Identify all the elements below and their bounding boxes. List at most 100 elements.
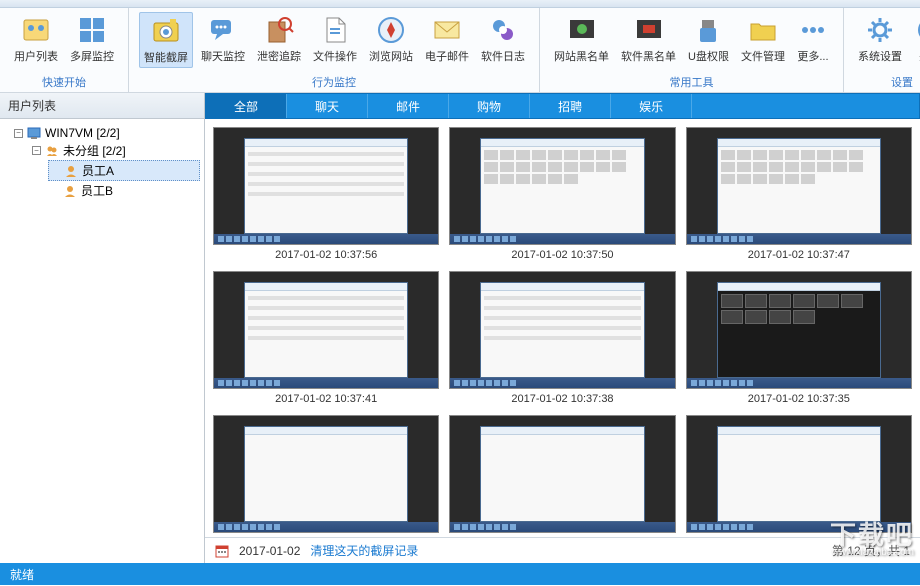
ribbon-btn-label: 用户列表 [14,48,58,64]
soft-blacklist-btn[interactable]: 软件黑名单 [617,12,680,66]
ribbon-btn-label: 网站黑名单 [554,48,609,64]
chat-icon [207,14,239,46]
email-btn[interactable]: 电子邮件 [421,12,473,68]
screenshot-image [449,271,675,389]
compass-icon [375,14,407,46]
screenshot-image [213,271,439,389]
gear-icon [864,14,896,46]
grid-icon [76,14,108,46]
ribbon-group-label: 快速开始 [0,74,128,90]
more-btn[interactable]: 更多... [793,12,833,66]
ribbon-btn-label: 浏览网站 [369,48,413,64]
screenshot-timestamp: 2017-01-02 10:37:47 [748,249,850,261]
file-manage-btn[interactable]: 文件管理 [737,12,789,66]
ribbon-btn-label: 软件黑名单 [621,48,676,64]
screenshot-image [686,271,912,389]
swbl-icon [633,14,665,46]
leak-trace-btn[interactable]: 泄密追踪 [253,12,305,68]
collapse-icon[interactable]: − [32,146,41,155]
ribbon-group: 系统设置 i关于设置 [844,8,920,92]
ribbon-btn-label: 聊天监控 [201,48,245,64]
mail-icon [431,14,463,46]
tree-group[interactable]: − 未分组 [2/2] [30,141,200,160]
footer-date[interactable]: 2017-01-02 [239,544,300,558]
about-btn[interactable]: i关于 [910,12,920,66]
filter-tabs: 全部聊天邮件购物招聘娱乐 [205,93,920,119]
ribbon-group-label: 常用工具 [540,74,843,90]
person-icon [64,164,78,178]
tree-group-label: 未分组 [2/2] [63,142,126,159]
trace-icon [263,14,295,46]
screenshot-thumb[interactable]: 2017-01-02 10:37:47 [686,127,912,261]
sidebar: 用户列表 − WIN7VM [2/2] − 未分组 [2 [0,93,205,563]
group-icon [45,144,59,158]
ribbon-group-label: 行为监控 [129,74,539,90]
webbl-icon [566,14,598,46]
content-panel: 全部聊天邮件购物招聘娱乐 2017-01-02 10:37:562017-01-… [205,93,920,563]
usb-icon [692,14,724,46]
clear-records-link[interactable]: 清理这天的截屏记录 [310,542,418,559]
tab-ent[interactable]: 娱乐 [611,94,692,118]
ribbon-btn-label: 智能截屏 [144,49,188,65]
ribbon-group: 网站黑名单软件黑名单 U盘权限文件管理更多... 常用工具 [540,8,844,92]
tab-chat[interactable]: 聊天 [287,94,368,118]
tab-recruit[interactable]: 招聘 [530,94,611,118]
multi-screen-btn[interactable]: 多屏监控 [66,12,118,66]
ribbon-btn-label: 更多... [797,48,828,64]
site-blacklist-btn[interactable]: 网站黑名单 [550,12,613,66]
screenshot-thumb[interactable]: 2017-01-02 10:37:35 [686,271,912,405]
screenshot-timestamp: 2017-01-02 10:37:38 [511,393,613,405]
screenshot-thumb[interactable]: 2017-01-02 10:37:31 [213,415,439,537]
status-text: 就绪 [10,566,34,583]
screenshot-image [686,127,912,245]
sys-settings-btn[interactable]: 系统设置 [854,12,906,66]
person-icon [63,184,77,198]
sidebar-header: 用户列表 [0,93,204,119]
tree-user-label: 员工B [81,182,113,199]
software-log-btn[interactable]: 软件日志 [477,12,529,68]
ribbon-btn-label: 泄密追踪 [257,48,301,64]
ribbon-btn-label: 文件管理 [741,48,785,64]
browse-site-btn[interactable]: 浏览网站 [365,12,417,68]
more-icon [797,14,829,46]
tree-root-label: WIN7VM [2/2] [45,126,120,140]
tree-users: 员工A 员工B [30,160,200,200]
smart-capture-btn[interactable]: 智能截屏 [139,12,193,68]
tree-root[interactable]: − WIN7VM [2/2] [12,125,200,141]
tree-user-user-a[interactable]: 员工A [48,160,200,181]
users-icon [20,14,52,46]
ribbon-btn-label: 电子邮件 [425,48,469,64]
chat-monitor-btn[interactable]: 聊天监控 [197,12,249,68]
user-list-btn[interactable]: 用户列表 [10,12,62,66]
screenshot-grid-area[interactable]: 2017-01-02 10:37:562017-01-02 10:37:5020… [205,119,920,537]
calendar-icon[interactable] [215,544,229,558]
file-op-btn[interactable]: 文件操作 [309,12,361,68]
ribbon-btn-label: U盘权限 [688,48,729,64]
usb-perm-btn[interactable]: U盘权限 [684,12,733,66]
ribbon-btn-label: 多屏监控 [70,48,114,64]
tab-mail[interactable]: 邮件 [368,94,449,118]
screenshot-grid: 2017-01-02 10:37:562017-01-02 10:37:5020… [213,127,912,537]
ribbon-btn-label: 文件操作 [313,48,357,64]
tab-all[interactable]: 全部 [206,94,287,118]
tree-user-user-b[interactable]: 员工B [48,181,200,200]
ribbon-group: 智能截屏聊天监控泄密追踪文件操作浏览网站电子邮件软件日志行为监控 [129,8,540,92]
screenshot-image [449,415,675,533]
screenshot-thumb[interactable]: 2017-01-02 10:37:56 [213,127,439,261]
ribbon-group-label: 设置 [844,74,920,90]
screenshot-thumb[interactable]: 2017-01-02 10:37:25 [686,415,912,537]
file-icon [319,14,351,46]
ribbon-btn-label: 系统设置 [858,48,902,64]
screenshot-thumb[interactable]: 2017-01-02 10:37:50 [449,127,675,261]
sw-icon [487,14,519,46]
collapse-icon[interactable]: − [14,129,23,138]
tab-shop[interactable]: 购物 [449,94,530,118]
screenshot-thumb[interactable]: 2017-01-02 10:37:41 [213,271,439,405]
ribbon-toolbar: 用户列表多屏监控快速开始智能截屏聊天监控泄密追踪文件操作浏览网站电子邮件软件日志… [0,8,920,93]
screenshot-thumb[interactable]: 2017-01-02 10:37:38 [449,271,675,405]
screenshot-image [449,127,675,245]
page-indicator: 第 12 页，共 1 [832,542,910,559]
tree-user-label: 员工A [82,162,114,179]
screenshot-thumb[interactable]: 2017-01-02 10:37:28 [449,415,675,537]
user-tree: − WIN7VM [2/2] − 未分组 [2/2] 员工A 员工B [0,119,204,206]
